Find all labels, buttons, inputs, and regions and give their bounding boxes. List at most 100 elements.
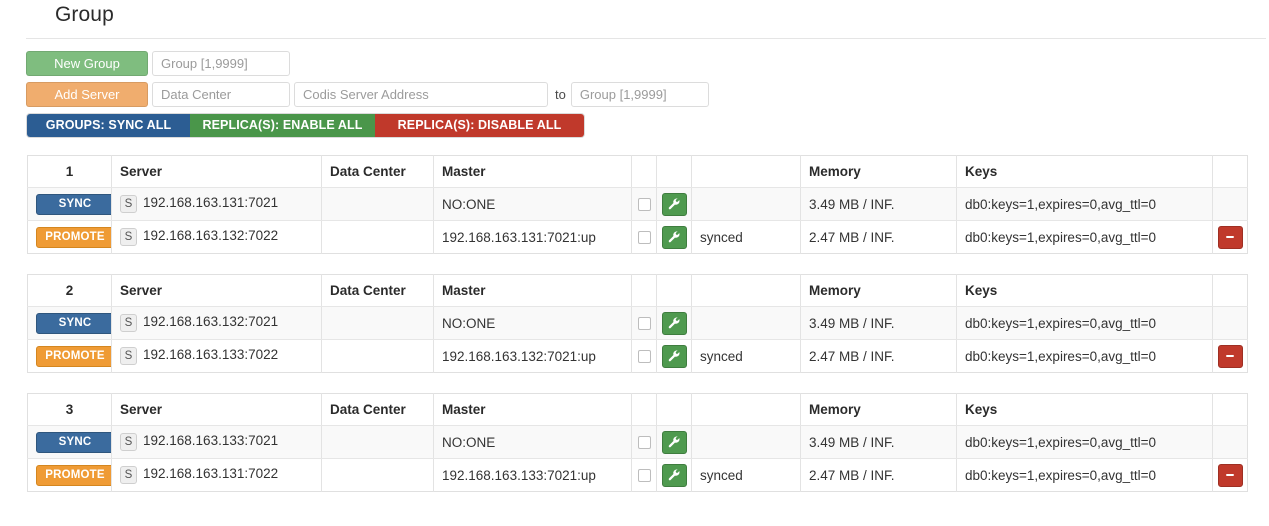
memory-cell: 2.47 MB / INF. xyxy=(800,339,957,373)
data-center-cell xyxy=(321,220,434,254)
keys-cell: db0:keys=1,expires=0,avg_ttl=0 xyxy=(956,187,1213,221)
server-role-badge[interactable]: S xyxy=(120,347,137,365)
sync-status-cell xyxy=(691,425,801,459)
checkbox-cell xyxy=(631,220,657,254)
target-group-input[interactable] xyxy=(570,82,709,107)
memory-header: Memory xyxy=(800,393,957,426)
master-cell: 192.168.163.133:7021:up xyxy=(433,458,632,492)
server-cell: S 192.168.163.131:7021 xyxy=(111,187,322,221)
checkbox-icon[interactable] xyxy=(637,231,651,245)
server-role-badge[interactable]: S xyxy=(120,228,137,246)
memory-cell: 3.49 MB / INF. xyxy=(800,187,957,221)
toolbar: New Group Add Server to GROUPS: SYNC ALL… xyxy=(26,51,709,138)
wrench-icon[interactable] xyxy=(661,192,687,216)
server-address-label: 192.168.163.132:7021 xyxy=(143,314,279,329)
bulk-action-bar: GROUPS: SYNC ALL REPLICA(S): ENABLE ALL … xyxy=(26,113,585,138)
action-cell: SYNC xyxy=(27,187,112,221)
group-table: 3 Server Data Center Master Memory Keys SYNC S 1… xyxy=(27,393,1248,492)
group-id-header: 1 xyxy=(27,155,112,188)
table-header-row: 1 Server Data Center Master Memory Keys xyxy=(27,155,1248,188)
data-center-input[interactable] xyxy=(152,82,290,107)
table-header-row: 2 Server Data Center Master Memory Keys xyxy=(27,274,1248,307)
checkbox-icon[interactable] xyxy=(637,350,651,364)
status-header xyxy=(691,393,801,426)
minus-icon[interactable] xyxy=(1217,225,1243,249)
promote-button[interactable]: PROMOTE xyxy=(36,226,111,248)
replica-action-cell xyxy=(656,425,692,459)
master-cell: 192.168.163.131:7021:up xyxy=(433,220,632,254)
add-server-button[interactable]: Add Server xyxy=(26,82,148,107)
server-role-badge[interactable]: S xyxy=(120,466,137,484)
minus-icon[interactable] xyxy=(1217,344,1243,368)
replicas-disable-all-button[interactable]: REPLICA(S): DISABLE ALL xyxy=(375,114,584,137)
master-cell: 192.168.163.132:7021:up xyxy=(433,339,632,373)
groups-sync-all-button[interactable]: GROUPS: SYNC ALL xyxy=(27,114,190,137)
checkbox-cell xyxy=(631,306,657,340)
sync-status-cell: synced xyxy=(691,220,801,254)
memory-header: Memory xyxy=(800,274,957,307)
sync-status-cell xyxy=(691,306,801,340)
server-role-badge[interactable]: S xyxy=(120,433,137,451)
delete-cell xyxy=(1212,220,1248,254)
keys-cell: db0:keys=1,expires=0,avg_ttl=0 xyxy=(956,425,1213,459)
keys-cell: db0:keys=1,expires=0,avg_ttl=0 xyxy=(956,339,1213,373)
server-address-input[interactable] xyxy=(294,82,548,107)
checkbox-header xyxy=(631,274,657,307)
promote-button[interactable]: PROMOTE xyxy=(36,345,111,367)
delete-cell xyxy=(1212,339,1248,373)
sync-button[interactable]: SYNC xyxy=(36,193,111,215)
new-group-input[interactable] xyxy=(152,51,290,76)
status-header xyxy=(691,274,801,307)
table-row: PROMOTE S 192.168.163.133:7022 192.168.163.… xyxy=(27,339,1248,373)
master-cell: NO:ONE xyxy=(433,306,632,340)
checkbox-header xyxy=(631,393,657,426)
sync-button[interactable]: SYNC xyxy=(36,312,111,334)
checkbox-cell xyxy=(631,458,657,492)
data-center-header: Data Center xyxy=(321,155,434,188)
wrench-icon[interactable] xyxy=(661,430,687,454)
checkbox-icon[interactable] xyxy=(637,436,651,450)
keys-header: Keys xyxy=(956,393,1213,426)
server-role-badge[interactable]: S xyxy=(120,195,137,213)
delete-header xyxy=(1212,274,1248,307)
master-header: Master xyxy=(433,393,632,426)
server-cell: S 192.168.163.133:7021 xyxy=(111,425,322,459)
delete-cell xyxy=(1212,187,1248,221)
keys-header: Keys xyxy=(956,155,1213,188)
action-cell: PROMOTE xyxy=(27,458,112,492)
memory-header: Memory xyxy=(800,155,957,188)
checkbox-icon[interactable] xyxy=(637,198,651,212)
data-center-cell xyxy=(321,187,434,221)
master-header: Master xyxy=(433,274,632,307)
action-header xyxy=(656,393,692,426)
checkbox-header xyxy=(631,155,657,188)
delete-cell xyxy=(1212,458,1248,492)
server-cell: S 192.168.163.132:7022 xyxy=(111,220,322,254)
data-center-cell xyxy=(321,339,434,373)
wrench-icon[interactable] xyxy=(661,463,687,487)
action-cell: SYNC xyxy=(27,425,112,459)
page-title: Group xyxy=(55,3,114,26)
wrench-icon[interactable] xyxy=(661,225,687,249)
checkbox-icon[interactable] xyxy=(637,469,651,483)
wrench-icon[interactable] xyxy=(661,344,687,368)
sync-button[interactable]: SYNC xyxy=(36,431,111,453)
master-cell: NO:ONE xyxy=(433,187,632,221)
master-cell: NO:ONE xyxy=(433,425,632,459)
server-role-badge[interactable]: S xyxy=(120,314,137,332)
minus-icon[interactable] xyxy=(1217,463,1243,487)
delete-cell xyxy=(1212,306,1248,340)
replicas-enable-all-button[interactable]: REPLICA(S): ENABLE ALL xyxy=(190,114,375,137)
action-header xyxy=(656,155,692,188)
wrench-icon[interactable] xyxy=(661,311,687,335)
sync-status-cell: synced xyxy=(691,458,801,492)
action-cell: PROMOTE xyxy=(27,339,112,373)
table-row: PROMOTE S 192.168.163.131:7022 192.168.163.… xyxy=(27,458,1248,492)
promote-button[interactable]: PROMOTE xyxy=(36,464,111,486)
group-page: Group New Group Add Server to GROUPS: SY… xyxy=(0,0,1269,526)
checkbox-icon[interactable] xyxy=(637,317,651,331)
replica-action-cell xyxy=(656,458,692,492)
new-group-button[interactable]: New Group xyxy=(26,51,148,76)
group-id-header: 2 xyxy=(27,274,112,307)
table-header-row: 3 Server Data Center Master Memory Keys xyxy=(27,393,1248,426)
